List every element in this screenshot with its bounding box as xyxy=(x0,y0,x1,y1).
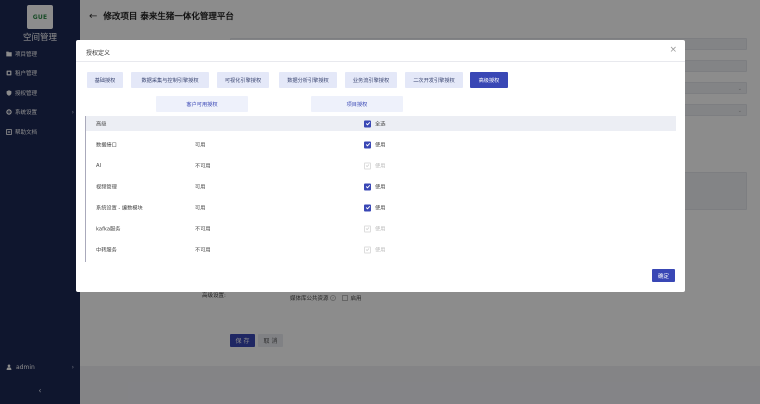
row-check-label: 使用 xyxy=(375,226,386,232)
row-checkbox-wrap[interactable]: 使用 xyxy=(364,141,385,148)
subtab-customer-available[interactable]: 客户可用授权 xyxy=(156,96,248,112)
auth-table: 高级 全选 数据接口 可用 使用 AI 不可用 使用 视频管理 可用 使用 系统… xyxy=(85,116,676,262)
row-name: 视频管理 xyxy=(96,184,117,190)
subtab-project-auth[interactable]: 项目授权 xyxy=(311,96,403,112)
tab-basic[interactable]: 基础授权 xyxy=(87,72,123,88)
row-checkbox-disabled xyxy=(364,225,371,232)
row-check-label: 使用 xyxy=(375,184,386,190)
table-row: 视频管理 可用 使用 xyxy=(86,176,676,197)
row-checkbox-wrap[interactable]: 使用 xyxy=(364,183,385,190)
row-checkbox-wrap: 使用 xyxy=(364,162,385,169)
row-status: 不可用 xyxy=(195,163,211,169)
tab-data-analysis[interactable]: 数据分析引擎授权 xyxy=(279,72,337,88)
row-checkbox-disabled xyxy=(364,246,371,253)
row-name: 系统设置 - 编数模块 xyxy=(96,205,143,211)
table-row: 数据接口 可用 使用 xyxy=(86,134,676,155)
table-header-row: 高级 全选 xyxy=(86,116,676,131)
table-row: 中转服务 不可用 使用 xyxy=(86,239,676,260)
row-checkbox-disabled xyxy=(364,162,371,169)
row-checkbox-wrap[interactable]: 使用 xyxy=(364,204,385,211)
select-all[interactable]: 全选 xyxy=(364,120,385,127)
tab-business-flow[interactable]: 业务流引擎授权 xyxy=(345,72,397,88)
row-name: AI xyxy=(96,162,102,169)
row-status: 不可用 xyxy=(195,247,211,253)
row-status: 可用 xyxy=(195,184,206,190)
close-icon[interactable]: × xyxy=(669,45,677,55)
table-row: 系统设置 - 编数模块 可用 使用 xyxy=(86,197,676,218)
row-check-label: 使用 xyxy=(375,247,386,253)
tab-advanced[interactable]: 高级授权 xyxy=(470,72,508,88)
tab-secondary-dev[interactable]: 二次开发引擎授权 xyxy=(405,72,463,88)
confirm-button[interactable]: 确定 xyxy=(652,269,675,282)
row-check-label: 使用 xyxy=(375,142,386,148)
row-name: kafka服务 xyxy=(96,226,121,232)
tab-data-acquisition[interactable]: 数据采集与控制引擎授权 xyxy=(131,72,209,88)
row-name: 数据接口 xyxy=(96,142,117,148)
table-row: AI 不可用 使用 xyxy=(86,155,676,176)
divider xyxy=(76,61,685,62)
row-checkbox[interactable] xyxy=(364,204,371,211)
row-checkbox[interactable] xyxy=(364,141,371,148)
tab-visualization[interactable]: 可视化引擎授权 xyxy=(217,72,269,88)
row-checkbox-wrap: 使用 xyxy=(364,246,385,253)
row-checkbox-wrap: 使用 xyxy=(364,225,385,232)
row-checkbox[interactable] xyxy=(364,183,371,190)
select-all-label: 全选 xyxy=(375,121,386,127)
table-row: kafka服务 不可用 使用 xyxy=(86,218,676,239)
modal-title: 授权定义 xyxy=(86,50,111,57)
row-status: 不可用 xyxy=(195,226,211,232)
select-all-checkbox[interactable] xyxy=(364,120,371,127)
row-check-label: 使用 xyxy=(375,163,386,169)
authorization-modal: 授权定义 × 基础授权 数据采集与控制引擎授权 可视化引擎授权 数据分析引擎授权… xyxy=(76,40,685,292)
row-status: 可用 xyxy=(195,205,206,211)
table-header-name: 高级 xyxy=(96,121,107,127)
row-status: 可用 xyxy=(195,142,206,148)
row-check-label: 使用 xyxy=(375,205,386,211)
row-name: 中转服务 xyxy=(96,247,117,253)
